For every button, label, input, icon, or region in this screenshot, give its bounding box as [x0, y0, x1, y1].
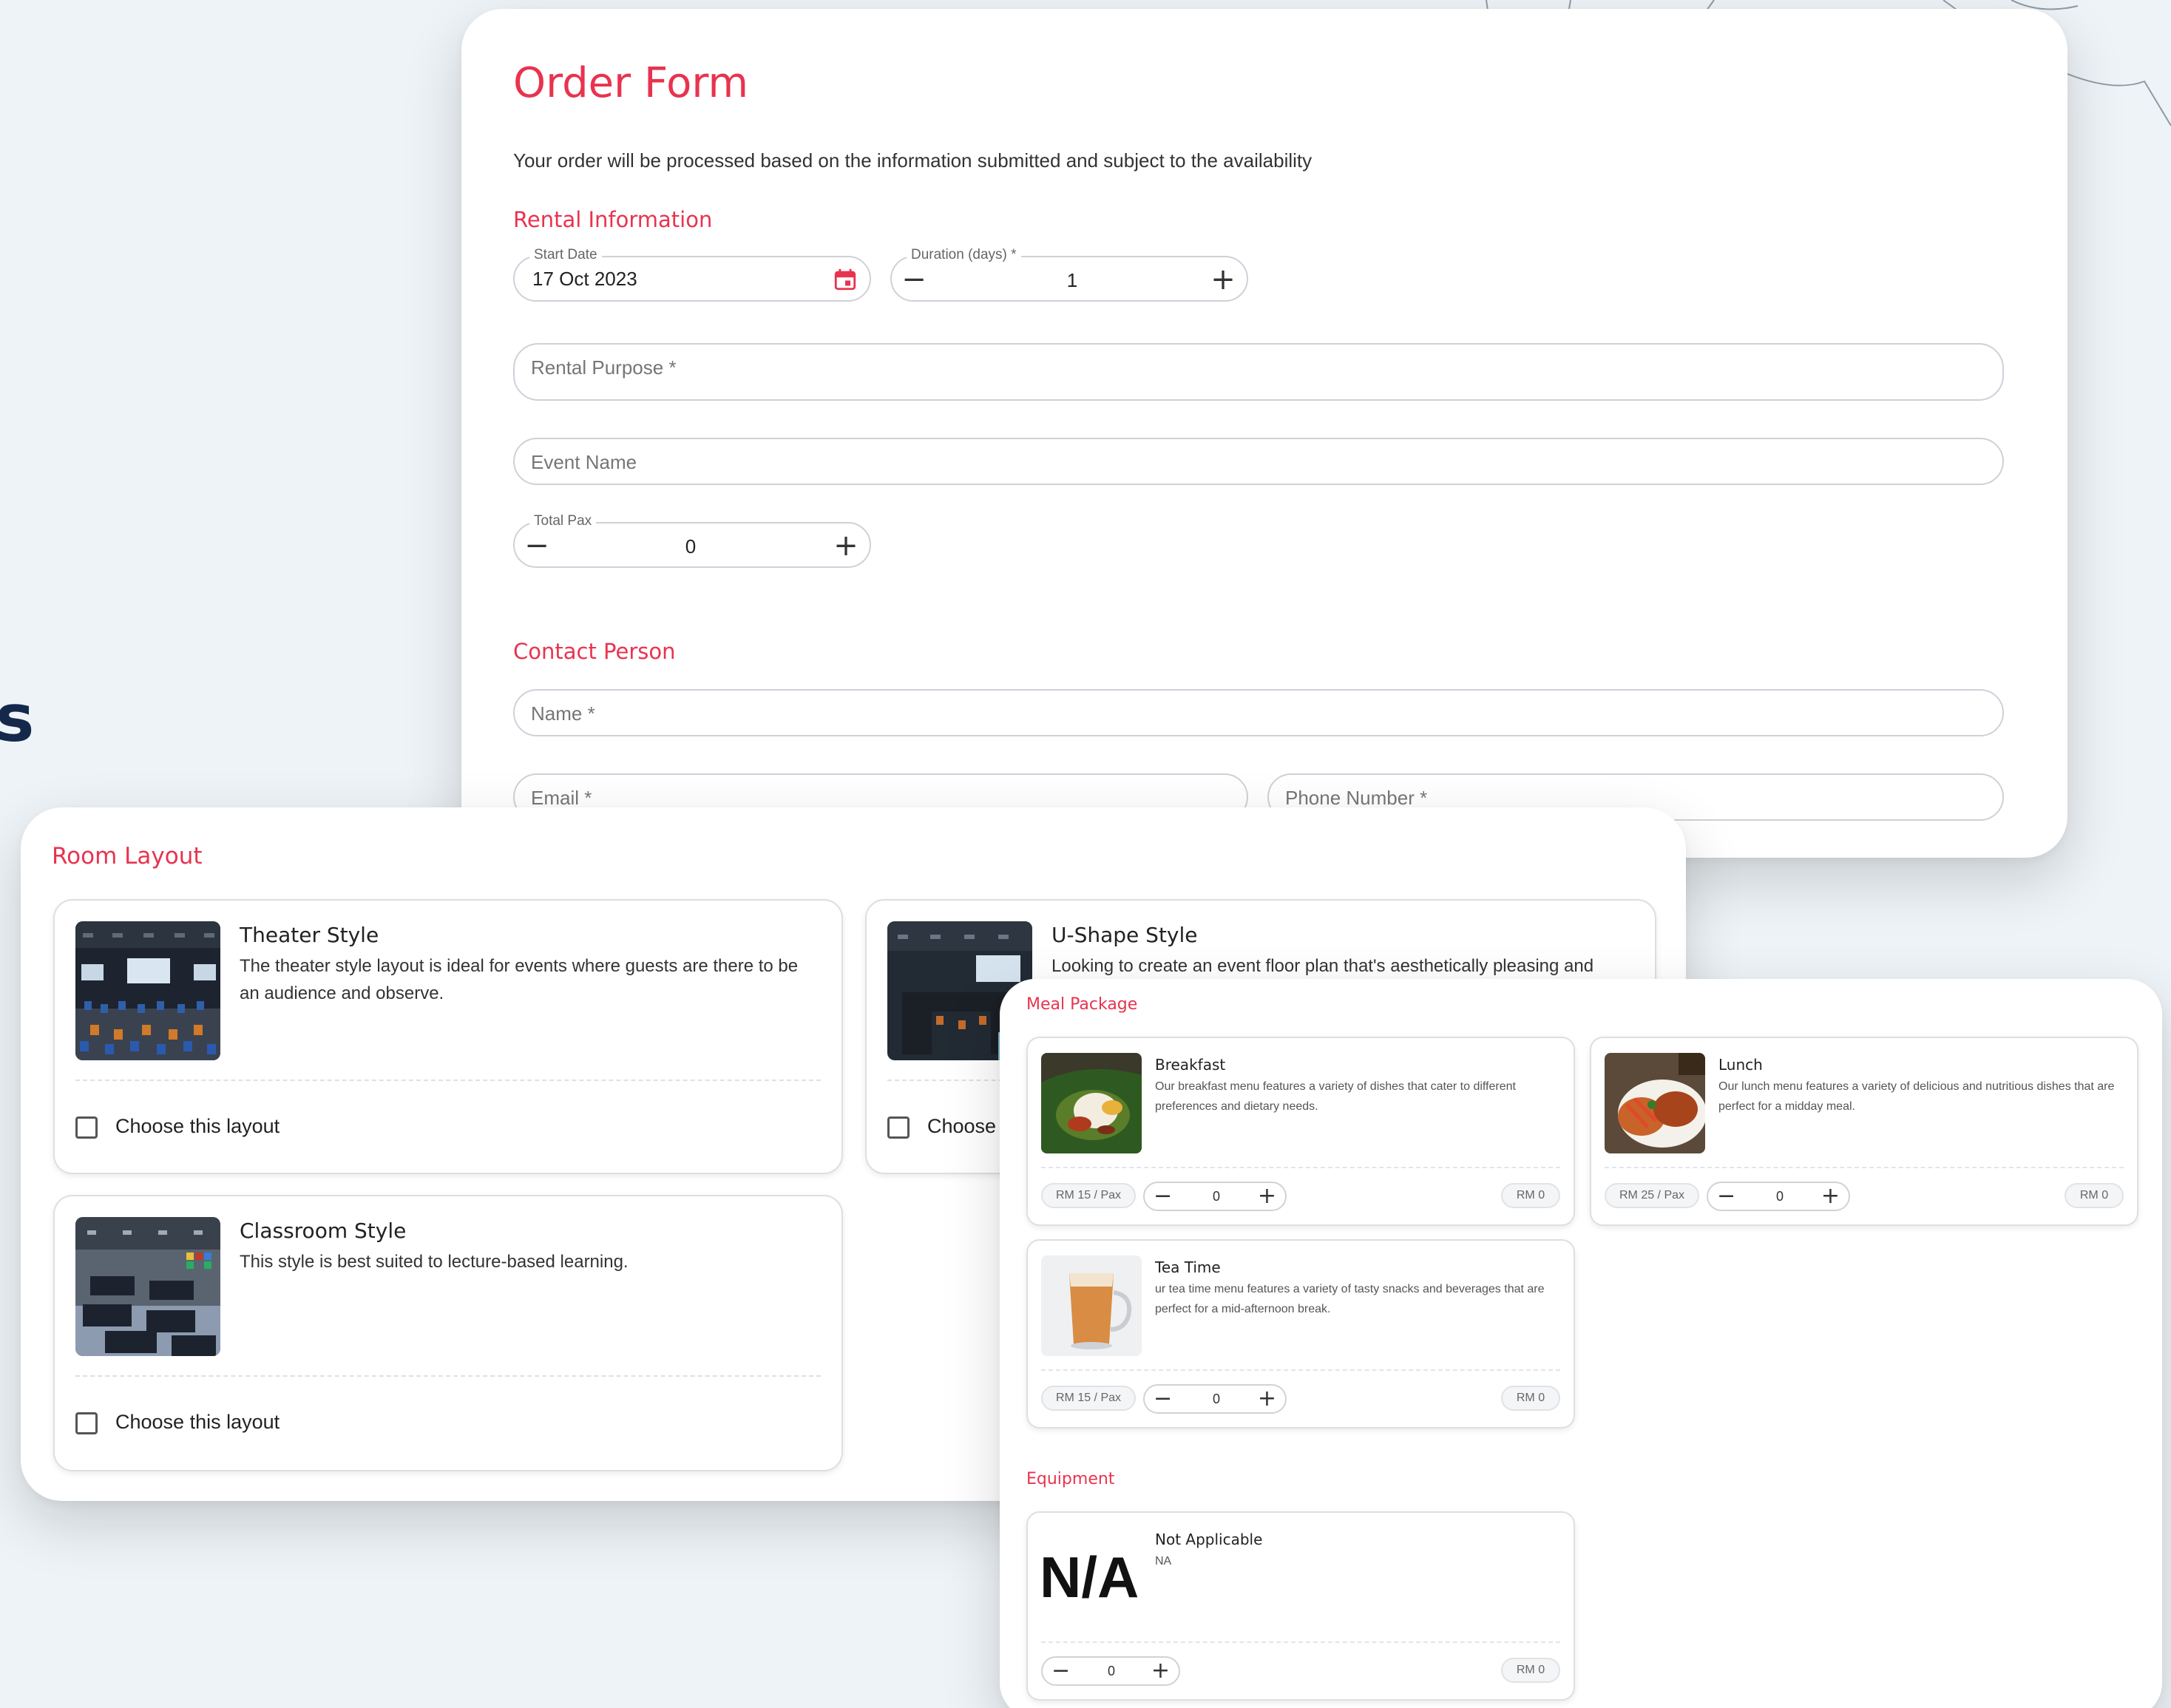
meal-title: Lunch [1718, 1056, 1763, 1074]
phone-number-placeholder: Phone Number * [1285, 787, 1428, 809]
meal-package-heading: Meal Package [1026, 995, 1138, 1014]
total-badge: RM 0 [2065, 1183, 2124, 1208]
quantity-stepper[interactable]: − 0 + [1143, 1182, 1287, 1211]
meal-item-lunch: Lunch Our lunch menu features a variety … [1590, 1037, 2138, 1226]
plus-icon[interactable]: + [1821, 1183, 1840, 1210]
total-pax-label: Total Pax [529, 513, 597, 529]
calendar-icon[interactable] [833, 267, 858, 292]
start-date-field[interactable]: Start Date 17 Oct 2023 [513, 247, 871, 302]
duration-minus-icon[interactable]: − [898, 263, 930, 296]
start-date-label: Start Date [529, 247, 602, 263]
layout-option-classroom[interactable]: Classroom Style This style is best suite… [53, 1195, 843, 1471]
divider [1605, 1167, 2124, 1168]
event-name-placeholder: Event Name [531, 451, 637, 473]
quantity-value: 0 [1212, 1189, 1220, 1204]
price-badge: RM 25 / Pax [1605, 1183, 1699, 1208]
tea-time-photo [1041, 1255, 1142, 1356]
meal-title: Breakfast [1155, 1056, 1226, 1074]
price-badge: RM 15 / Pax [1041, 1386, 1136, 1411]
divider [1041, 1641, 1560, 1643]
breakfast-photo [1041, 1053, 1142, 1153]
equipment-title: Not Applicable [1155, 1531, 1263, 1548]
total-pax-value: 0 [685, 535, 697, 558]
total-badge: RM 0 [1501, 1386, 1560, 1411]
equipment-heading: Equipment [1026, 1470, 1115, 1488]
duration-stepper[interactable]: Duration (days) * − 1 + [890, 247, 1248, 302]
rental-purpose-placeholder: Rental Purpose * [531, 356, 677, 379]
choose-layout-label[interactable]: Choose this layout [115, 1411, 280, 1434]
plus-icon[interactable]: + [1258, 1183, 1276, 1210]
meal-description: Our breakfast menu features a variety of… [1155, 1080, 1516, 1113]
duration-label: Duration (days) * [907, 247, 1021, 263]
layout-title: U-Shape Style [1051, 923, 1198, 947]
choose-layout-label[interactable]: Choose [927, 1115, 996, 1138]
meal-item-breakfast: Breakfast Our breakfast menu features a … [1026, 1037, 1575, 1226]
minus-icon[interactable]: − [1154, 1386, 1172, 1412]
quantity-stepper[interactable]: − 0 + [1041, 1656, 1180, 1686]
checkbox-icon[interactable] [887, 1116, 910, 1139]
layout-option-theater[interactable]: Theater Style The theater style layout i… [53, 899, 843, 1174]
na-logo: N/A [1040, 1545, 1139, 1610]
rental-purpose-input[interactable]: Rental Purpose * [513, 343, 2004, 401]
room-layout-heading: Room Layout [52, 843, 203, 870]
background-heading-fragment: s [0, 680, 35, 756]
rental-information-heading: Rental Information [513, 207, 713, 232]
total-badge: RM 0 [1501, 1658, 1560, 1683]
divider [1041, 1167, 1560, 1168]
duration-value: 1 [1066, 269, 1078, 291]
order-form-card: Order Form Your order will be processed … [461, 9, 2067, 858]
quantity-stepper[interactable]: − 0 + [1707, 1182, 1850, 1211]
total-pax-stepper[interactable]: Total Pax − 0 + [513, 513, 871, 568]
meal-description: Our lunch menu features a variety of del… [1718, 1080, 2115, 1113]
plus-icon[interactable]: + [1151, 1658, 1170, 1684]
name-input[interactable]: Name * [513, 689, 2004, 736]
event-name-input[interactable]: Event Name [513, 438, 2004, 485]
quantity-value: 0 [1107, 1664, 1115, 1678]
name-placeholder: Name * [531, 702, 595, 725]
theater-style-photo [75, 921, 220, 1060]
email-placeholder: Email * [531, 787, 592, 809]
quantity-value: 0 [1212, 1392, 1220, 1406]
checkbox-icon[interactable] [75, 1116, 98, 1139]
duration-plus-icon[interactable]: + [1207, 263, 1239, 296]
total-badge: RM 0 [1501, 1183, 1560, 1208]
divider [75, 1375, 821, 1377]
layout-description: The theater style layout is ideal for ev… [240, 956, 799, 1003]
layout-title: Classroom Style [240, 1219, 407, 1243]
classroom-style-photo [75, 1217, 220, 1356]
checkbox-icon[interactable] [75, 1412, 98, 1434]
divider [1041, 1369, 1560, 1371]
layout-description: This style is best suited to lecture-bas… [240, 1252, 629, 1272]
quantity-stepper[interactable]: − 0 + [1143, 1384, 1287, 1414]
choose-layout-label[interactable]: Choose this layout [115, 1115, 280, 1138]
minus-icon[interactable]: − [1154, 1183, 1172, 1210]
contact-person-heading: Contact Person [513, 639, 676, 664]
order-form-title: Order Form [513, 59, 749, 107]
plus-icon[interactable]: + [1258, 1386, 1276, 1412]
minus-icon[interactable]: − [1051, 1658, 1070, 1684]
layout-title: Theater Style [240, 923, 379, 947]
layout-description: Looking to create an event floor plan th… [1051, 956, 1594, 976]
meal-item-tea-time: Tea Time ur tea time menu features a var… [1026, 1239, 1575, 1429]
order-form-intro: Your order will be processed based on th… [513, 149, 1313, 172]
meal-package-card: Meal Package Breakfast Our breakfast men… [1000, 979, 2162, 1708]
equipment-description: NA [1155, 1555, 1172, 1568]
minus-icon[interactable]: − [1717, 1183, 1735, 1210]
meal-description: ur tea time menu features a variety of t… [1155, 1283, 1545, 1315]
equipment-item-not-applicable: N/A Not Applicable NA − 0 + RM 0 [1026, 1511, 1575, 1701]
total-pax-minus-icon[interactable]: − [521, 529, 553, 562]
total-pax-plus-icon[interactable]: + [830, 529, 862, 562]
divider [75, 1080, 821, 1081]
price-badge: RM 15 / Pax [1041, 1183, 1136, 1208]
quantity-value: 0 [1775, 1189, 1784, 1204]
start-date-value: 17 Oct 2023 [532, 268, 637, 290]
lunch-photo [1605, 1053, 1705, 1153]
meal-title: Tea Time [1155, 1258, 1221, 1276]
